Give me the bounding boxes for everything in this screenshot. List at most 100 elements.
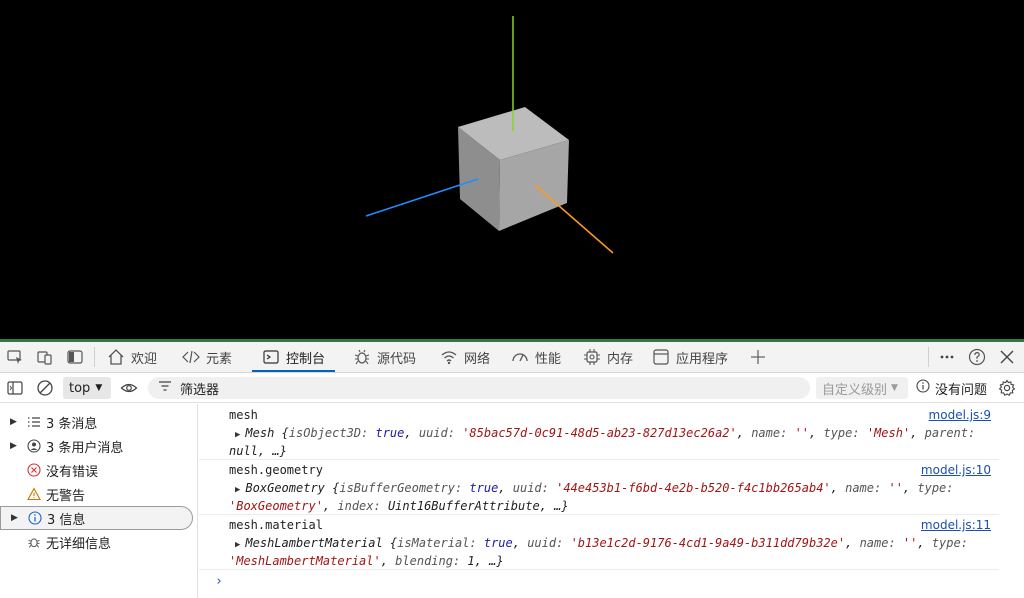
property-key: blending:	[395, 554, 468, 568]
console-toolbar: top ▼ 筛选器 自定义级别 ▼ 没有问题	[0, 373, 1024, 403]
console-output: mesh model.js:9 ▶ Mesh {isObject3D: true,…	[199, 404, 1024, 598]
tab-label: 应用程序	[676, 351, 729, 367]
device-emulation-icon[interactable]	[32, 342, 58, 372]
chip-icon	[583, 348, 601, 366]
property-key: uuid:	[527, 536, 571, 550]
source-link[interactable]: model.js:11	[921, 518, 991, 532]
expand-arrow-icon[interactable]: ▶	[10, 441, 22, 451]
add-tab-icon[interactable]	[745, 342, 771, 372]
property-key: index:	[337, 499, 388, 513]
expand-arrow-icon[interactable]: ▶	[10, 417, 22, 427]
warning-icon	[26, 486, 42, 502]
property-key: uuid:	[512, 481, 557, 495]
sidebar-item-label: 无警告	[46, 488, 86, 504]
property-key: type:	[917, 481, 954, 495]
sidebar-item-label: 无详细信息	[46, 536, 112, 552]
separator: ,	[830, 481, 846, 495]
object-ellipsis: …}	[554, 499, 569, 513]
object-preview[interactable]: ▶ BoxGeometry {isBufferGeometry: true, uu…	[229, 480, 999, 514]
separator: ,	[257, 444, 273, 458]
app-window-icon	[652, 348, 670, 366]
tab-label: 欢迎	[131, 351, 158, 367]
tab-application[interactable]: 应用程序	[652, 342, 728, 372]
tab-label: 网络	[464, 351, 491, 367]
console-settings-gear-icon[interactable]	[994, 373, 1020, 403]
tab-sources[interactable]: 源代码	[353, 342, 416, 372]
property-key: type:	[823, 426, 867, 440]
levels-label: 自定义级别	[822, 382, 888, 398]
tab-elements[interactable]: 元素	[182, 342, 232, 372]
property-key: isObject3D:	[288, 426, 376, 440]
sidebar-item-info[interactable]: ▶ 3 信息	[0, 506, 193, 530]
home-icon	[107, 348, 125, 366]
bug-icon	[26, 534, 42, 550]
property-key: isBufferGeometry:	[339, 481, 470, 495]
sidebar-item-label: 3 条用户消息	[46, 440, 124, 456]
message-label: mesh.material	[229, 518, 323, 532]
property-value: 'b13e1c2d-9176-4cd1-9a49-b311dd79b32e'	[570, 536, 846, 550]
sidebar-item-messages[interactable]: ▶ 3 条消息	[0, 410, 193, 434]
property-key: name:	[751, 426, 795, 440]
source-link[interactable]: model.js:10	[921, 463, 991, 477]
property-value: 'BoxGeometry'	[229, 499, 323, 513]
console-message: mesh.geometry model.js:10 ▶ BoxGeometry {…	[199, 459, 999, 515]
clear-console-icon[interactable]	[32, 373, 58, 403]
more-options-icon[interactable]	[934, 342, 960, 372]
toggle-sidebar-icon[interactable]	[62, 342, 88, 372]
separator: ,	[512, 536, 528, 550]
filter-icon	[158, 380, 172, 396]
help-icon[interactable]	[964, 342, 990, 372]
source-link[interactable]: model.js:9	[929, 408, 991, 422]
sidebar-item-user-messages[interactable]: ▶ 3 条用户消息	[0, 434, 193, 458]
sidebar-item-verbose[interactable]: 无详细信息	[0, 530, 193, 554]
separator: ,	[474, 554, 490, 568]
sidebar-item-label: 3 信息	[47, 512, 86, 528]
console-prompt[interactable]: ›	[215, 574, 223, 589]
sidebar-item-warnings[interactable]: 无警告	[0, 482, 193, 506]
property-value: '85bac57d-0c91-48d5-ab23-827d13ec26a2'	[462, 426, 737, 440]
tab-label: 性能	[535, 351, 562, 367]
object-class: MeshLambertMaterial {	[245, 536, 398, 550]
show-console-sidebar-icon[interactable]	[2, 373, 28, 403]
property-value: ''	[888, 481, 903, 495]
info-icon	[27, 510, 43, 526]
tab-label: 元素	[206, 351, 233, 367]
log-levels-dropdown[interactable]: 自定义级别 ▼	[816, 377, 908, 399]
property-value: true	[469, 481, 499, 495]
filter-input[interactable]: 筛选器	[148, 377, 810, 399]
separator: ,	[498, 481, 513, 495]
property-value: '44e453b1-f6bd-4e2b-b520-f4c1bb265ab4'	[556, 481, 831, 495]
divider	[94, 347, 95, 367]
tab-performance[interactable]: 性能	[511, 342, 561, 372]
property-key: parent:	[924, 426, 976, 440]
property-value: ''	[902, 536, 918, 550]
webgl-canvas[interactable]	[0, 0, 1024, 339]
property-key: type:	[931, 536, 968, 550]
separator: ,	[736, 426, 752, 440]
object-ellipsis: …}	[489, 554, 504, 568]
separator: ,	[910, 426, 925, 440]
tab-console[interactable]: 控制台	[252, 342, 336, 372]
tab-memory[interactable]: 内存	[583, 342, 633, 372]
context-selector[interactable]: top ▼	[63, 377, 111, 399]
close-devtools-icon[interactable]	[994, 342, 1020, 372]
tab-label: 内存	[607, 351, 634, 367]
tab-welcome[interactable]: 欢迎	[107, 342, 157, 372]
property-value: 'MeshLambertMaterial'	[229, 554, 381, 568]
issues-label: 没有问题	[935, 382, 988, 398]
wifi-icon	[440, 348, 458, 366]
object-preview[interactable]: ▶ Mesh {isObject3D: true, uuid: '85bac57d…	[229, 425, 999, 459]
bug-icon	[353, 348, 371, 366]
inspect-element-icon[interactable]	[2, 342, 28, 372]
expand-arrow-icon[interactable]: ▶	[11, 513, 23, 523]
tab-network[interactable]: 网络	[440, 342, 490, 372]
live-expression-eye-icon[interactable]	[116, 373, 142, 403]
tab-label: 源代码	[377, 351, 417, 367]
object-class: BoxGeometry {	[245, 481, 340, 495]
separator: ,	[809, 426, 824, 440]
sidebar-item-errors[interactable]: 没有错误	[0, 458, 193, 482]
object-preview[interactable]: ▶ MeshLambertMaterial {isMaterial: true, …	[229, 535, 999, 569]
chevron-down-icon: ▼	[95, 383, 103, 393]
sidebar-item-label: 3 条消息	[46, 416, 98, 432]
issues-counter[interactable]: 没有问题	[916, 377, 987, 399]
